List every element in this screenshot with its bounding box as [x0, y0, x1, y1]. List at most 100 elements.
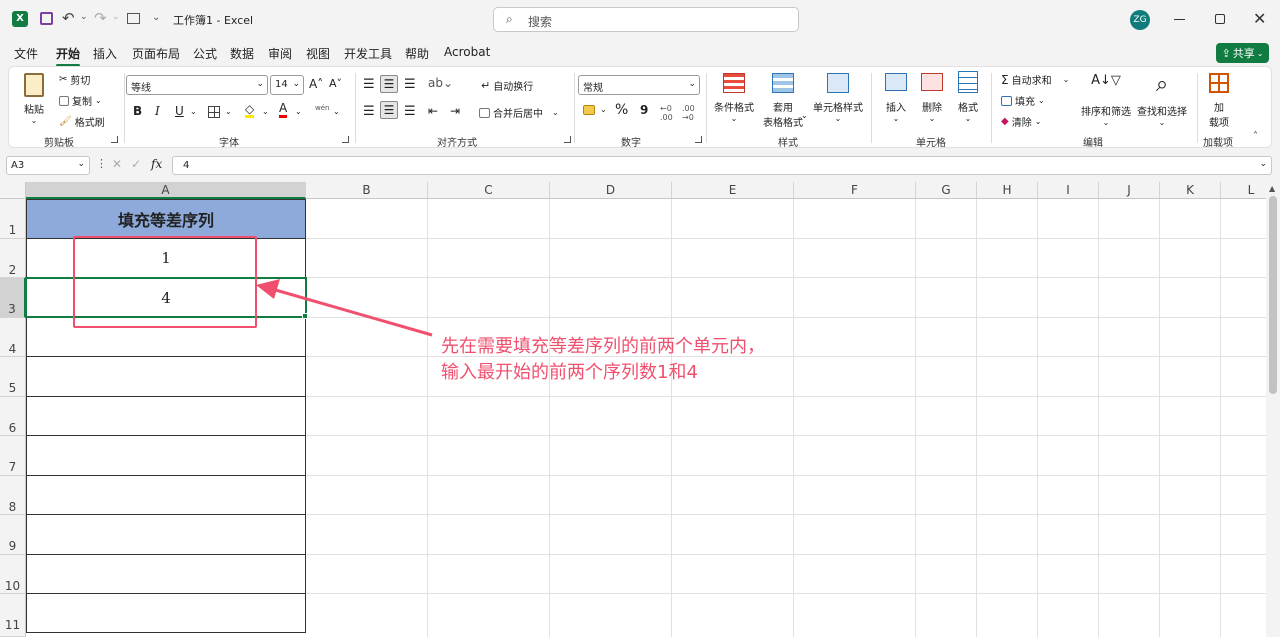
number-format-select[interactable]: 常规 ⌄	[578, 75, 700, 95]
copy-button[interactable]: 复制 ⌄	[59, 93, 102, 108]
redo-icon[interactable]: ↷	[94, 9, 107, 27]
restore-icon[interactable]	[1215, 14, 1225, 24]
orientation-icon[interactable]: ab⌄	[428, 76, 453, 90]
chevron-down-icon[interactable]: ⌄	[262, 107, 269, 116]
tab-insert[interactable]: 插入	[93, 45, 117, 62]
cell-a5[interactable]	[26, 357, 306, 397]
save-icon[interactable]	[40, 12, 53, 25]
chevron-down-icon[interactable]: ⌄	[225, 107, 232, 116]
row-header-8[interactable]: 8	[0, 476, 26, 515]
row-header-11[interactable]: 11	[0, 594, 26, 637]
tab-formulas[interactable]: 公式	[193, 45, 217, 62]
tab-file[interactable]: 文件	[14, 45, 38, 62]
name-box[interactable]: A3 ⌄	[6, 156, 90, 175]
row-header-7[interactable]: 7	[0, 436, 26, 476]
row-header-6[interactable]: 6	[0, 397, 26, 436]
search-box[interactable]: ⌕ 搜索	[493, 7, 799, 32]
delete-cells-button[interactable]: 删除 ⌄	[915, 71, 949, 123]
undo-icon[interactable]: ↶	[62, 9, 75, 27]
addins-button[interactable]: 加 载项	[1203, 71, 1235, 129]
font-size-select[interactable]: 14 ⌄	[270, 75, 304, 95]
format-cells-button[interactable]: 格式 ⌄	[951, 71, 985, 123]
paste-button[interactable]: 粘贴 ⌄	[19, 71, 49, 127]
align-middle-icon[interactable]: ☰	[380, 75, 398, 93]
conditional-formatting-button[interactable]: 条件格式 ⌄	[712, 71, 756, 123]
select-all-corner[interactable]	[0, 182, 26, 199]
minimize-icon[interactable]	[1174, 19, 1185, 20]
vertical-scrollbar[interactable]: ▲	[1266, 182, 1280, 637]
tab-help[interactable]: 帮助	[405, 45, 429, 62]
format-as-table-button[interactable]: 套用 表格格式	[757, 71, 809, 129]
align-top-icon[interactable]: ☰	[363, 77, 375, 92]
tab-developer[interactable]: 开发工具	[344, 45, 392, 62]
font-name-select[interactable]: 等线 ⌄	[126, 75, 268, 95]
redo-dropdown-icon[interactable]: ⌄	[112, 12, 120, 22]
cancel-icon[interactable]: ✕	[112, 157, 122, 171]
column-header-e[interactable]: E	[672, 182, 794, 199]
comma-button[interactable]: 9	[640, 103, 648, 117]
underline-button[interactable]: U	[175, 104, 184, 118]
cell-a1[interactable]: 填充等差序列	[26, 199, 306, 239]
wrap-text-button[interactable]: ↵ 自动换行	[481, 78, 533, 93]
column-header-b[interactable]: B	[306, 182, 428, 199]
cell-a6[interactable]	[26, 397, 306, 436]
grow-font-button[interactable]: A˄	[309, 77, 323, 91]
align-center-icon[interactable]: ☰	[380, 101, 398, 119]
increase-indent-icon[interactable]: ⇥	[450, 104, 460, 118]
accounting-icon[interactable]	[583, 105, 595, 115]
worksheet-grid[interactable]: A B C D E F G H I J K L 1 2 3 4 5 6 7 8 …	[0, 182, 1266, 637]
more-options-icon[interactable]: ⋮	[96, 157, 107, 170]
decrease-decimal-icon[interactable]: .00 →0	[682, 104, 695, 122]
column-header-k[interactable]: K	[1160, 182, 1221, 199]
dialog-launcher-icon[interactable]	[695, 136, 702, 143]
tab-review[interactable]: 审阅	[268, 45, 292, 62]
row-header-3[interactable]: 3	[0, 278, 26, 318]
tab-page-layout[interactable]: 页面布局	[132, 45, 180, 62]
merge-center-button[interactable]: 合并后居中 ⌄	[479, 105, 559, 120]
increase-decimal-icon[interactable]: ←0.00	[660, 104, 673, 122]
chevron-down-icon[interactable]: ⌄	[801, 111, 808, 120]
user-avatar[interactable]: ZG	[1130, 10, 1150, 30]
column-header-l[interactable]: L	[1221, 182, 1266, 199]
column-header-i[interactable]: I	[1038, 182, 1099, 199]
align-bottom-icon[interactable]: ☰	[404, 77, 416, 92]
close-icon[interactable]: ✕	[1253, 9, 1266, 28]
dialog-launcher-icon[interactable]	[564, 136, 571, 143]
insert-function-icon[interactable]: fx	[151, 157, 162, 171]
collapse-ribbon-icon[interactable]: ˄	[1253, 131, 1258, 142]
tab-home[interactable]: 开始	[56, 45, 81, 67]
bold-button[interactable]: B	[133, 104, 142, 118]
row-header-2[interactable]: 2	[0, 239, 26, 278]
row-header-4[interactable]: 4	[0, 318, 26, 357]
column-header-f[interactable]: F	[794, 182, 916, 199]
scroll-thumb[interactable]	[1269, 196, 1277, 394]
row-header-1[interactable]: 1	[0, 199, 26, 239]
scroll-up-icon[interactable]: ▲	[1269, 184, 1275, 193]
chevron-down-icon[interactable]: ⌄	[190, 107, 197, 116]
chevron-down-icon[interactable]: ⌄	[333, 107, 340, 116]
dialog-launcher-icon[interactable]	[342, 136, 349, 143]
decrease-indent-icon[interactable]: ⇤	[428, 104, 438, 118]
autosum-button[interactable]: Σ 自动求和 ⌄	[1001, 72, 1069, 88]
column-header-a[interactable]: A	[26, 182, 306, 199]
percent-button[interactable]: %	[615, 102, 628, 118]
borders-icon[interactable]	[208, 106, 220, 118]
italic-button[interactable]: I	[155, 104, 160, 118]
format-painter-button[interactable]: 🖌 格式刷	[59, 114, 105, 129]
find-select-button[interactable]: ⌕ 查找和选择 ⌄	[1133, 71, 1191, 128]
formula-input[interactable]: 4 ⌄	[172, 156, 1272, 175]
cut-button[interactable]: ✂ 剪切	[59, 72, 90, 87]
align-left-icon[interactable]: ☰	[363, 104, 375, 119]
cell-a7[interactable]	[26, 436, 306, 476]
enter-icon[interactable]: ✓	[131, 157, 141, 171]
tab-view[interactable]: 视图	[306, 45, 330, 62]
row-header-9[interactable]: 9	[0, 515, 26, 555]
shrink-font-button[interactable]: A˅	[329, 77, 342, 90]
column-header-c[interactable]: C	[428, 182, 550, 199]
column-header-g[interactable]: G	[916, 182, 977, 199]
sort-filter-button[interactable]: A↓▽ 排序和筛选 ⌄	[1079, 71, 1133, 127]
cell-a9[interactable]	[26, 515, 306, 555]
row-header-10[interactable]: 10	[0, 555, 26, 594]
insert-cells-button[interactable]: 插入 ⌄	[879, 71, 913, 123]
cell-a8[interactable]	[26, 476, 306, 515]
